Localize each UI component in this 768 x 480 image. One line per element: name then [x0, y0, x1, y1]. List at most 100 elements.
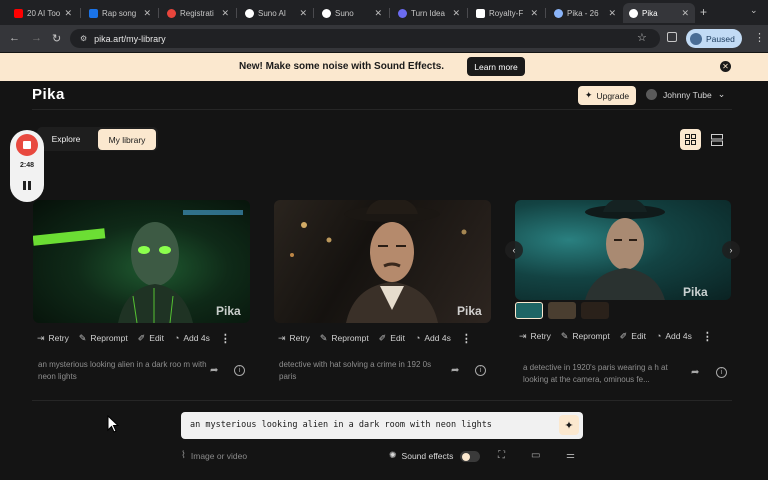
- reload-icon[interactable]: ↻: [52, 32, 61, 45]
- close-tab-icon[interactable]: ✕: [221, 8, 229, 19]
- add-4s-button[interactable]: ◔ Add 4s: [415, 333, 451, 343]
- pika-watermark: Pika: [683, 285, 708, 299]
- tab-explore[interactable]: Explore: [42, 130, 90, 148]
- add-time-icon: ◔: [414, 333, 421, 343]
- tab-title: Pika - 26: [567, 8, 599, 18]
- reprompt-icon: ✎: [78, 332, 87, 343]
- site-icon: [167, 8, 176, 18]
- reprompt-button[interactable]: ✎ Reprompt: [79, 333, 128, 344]
- site-icon: [89, 8, 98, 18]
- variant-thumbnail-selected[interactable]: [515, 302, 543, 319]
- close-tab-icon[interactable]: ✕: [143, 8, 151, 19]
- bookmark-star-icon[interactable]: ☆: [637, 31, 647, 44]
- profile-status: Paused: [706, 33, 735, 44]
- tab-separator: [545, 8, 546, 18]
- address-bar[interactable]: ⚙ pika.art/my-library: [70, 29, 660, 48]
- share-icon[interactable]: ➦: [451, 365, 459, 376]
- edit-button[interactable]: ✐ Edit: [138, 333, 164, 344]
- card-actions: ⇥ Retry ✎ Reprompt ✐ Edit ◔ Add 4s ⋮: [37, 327, 263, 349]
- browser-tab[interactable]: Rap song ✕: [83, 3, 157, 23]
- prompt-text[interactable]: an mysterious looking alien in a dark ro…: [190, 420, 492, 430]
- browser-tab-active[interactable]: Pika ✕: [623, 3, 695, 23]
- chevron-right-icon[interactable]: ›: [722, 241, 740, 259]
- more-options-icon[interactable]: ⋮: [702, 330, 713, 343]
- upgrade-button[interactable]: ✦ Upgrade: [578, 86, 636, 105]
- expand-icon[interactable]: ⛶: [498, 450, 505, 461]
- back-icon[interactable]: ←: [9, 32, 20, 44]
- avatar: [646, 89, 657, 100]
- close-tab-icon[interactable]: ✕: [452, 8, 460, 19]
- variant-thumbnail[interactable]: [548, 302, 576, 319]
- site-info-icon[interactable]: ⚙: [80, 34, 87, 43]
- info-icon[interactable]: i: [716, 367, 727, 378]
- info-icon[interactable]: i: [475, 365, 486, 376]
- tab-separator: [389, 8, 390, 18]
- attach-image-button[interactable]: ⌇ Image or video: [181, 450, 247, 461]
- card-prompt: detective with hat solving a crime in 19…: [279, 360, 432, 381]
- browser-tab[interactable]: Turn Idea ✕: [392, 3, 466, 23]
- tab-title: Royalty-F: [489, 8, 524, 18]
- reprompt-button[interactable]: ✎ Reprompt: [320, 333, 369, 344]
- browser-tab[interactable]: Pika - 26 ✕: [548, 3, 622, 23]
- list-icon: [710, 133, 723, 146]
- profile-button[interactable]: Paused: [686, 29, 742, 48]
- tab-title: Suno AI: [258, 8, 287, 18]
- browser-tab[interactable]: Royalty-F ✕: [470, 3, 544, 23]
- forward-icon[interactable]: →: [31, 32, 42, 44]
- pause-icon[interactable]: [23, 181, 31, 190]
- sound-effects-icon: ✺: [389, 450, 397, 460]
- edit-button[interactable]: ✐ Edit: [379, 333, 405, 344]
- close-tab-icon[interactable]: ✕: [299, 8, 307, 19]
- retry-button[interactable]: ⇥ Retry: [278, 333, 310, 344]
- stop-recording-button[interactable]: [16, 134, 38, 156]
- share-icon[interactable]: ➦: [210, 365, 218, 376]
- add-4s-button[interactable]: ◔ Add 4s: [656, 331, 692, 341]
- reprompt-label: Reprompt: [572, 331, 610, 341]
- edit-label: Edit: [631, 331, 646, 341]
- generate-button[interactable]: ✦: [559, 415, 579, 435]
- site-icon: [398, 8, 407, 18]
- grid-view-button[interactable]: [680, 129, 701, 150]
- browser-tab[interactable]: Suno ✕: [316, 3, 388, 23]
- url-text: pika.art/my-library: [94, 33, 166, 44]
- browser-tab[interactable]: 20 AI Too ✕: [8, 3, 78, 23]
- retry-button[interactable]: ⇥ Retry: [519, 331, 551, 342]
- more-options-icon[interactable]: ⋮: [220, 332, 231, 345]
- share-icon[interactable]: ➦: [691, 367, 699, 378]
- browser-tab[interactable]: Suno AI ✕: [239, 3, 313, 23]
- edit-button[interactable]: ✐ Edit: [620, 331, 646, 342]
- close-banner-icon[interactable]: ✕: [720, 61, 731, 72]
- tab-search-icon[interactable]: ⌄: [750, 5, 758, 16]
- camera-icon[interactable]: ▭: [531, 450, 540, 461]
- close-tab-icon[interactable]: ✕: [64, 8, 72, 19]
- pika-icon: [554, 8, 563, 18]
- user-menu[interactable]: Johnny Tube ⌄: [646, 89, 725, 100]
- new-tab-icon[interactable]: +: [700, 5, 707, 19]
- toggle-knob: [462, 452, 470, 461]
- close-tab-icon[interactable]: ✕: [530, 8, 538, 19]
- browser-menu-icon[interactable]: ⋮: [754, 31, 765, 44]
- tab-my-library[interactable]: My library: [98, 129, 156, 150]
- browser-tab[interactable]: Registrati ✕: [161, 3, 235, 23]
- sound-effects-toggle[interactable]: [460, 451, 480, 462]
- variant-thumbnail[interactable]: [581, 302, 609, 319]
- chevron-down-icon: ⌄: [717, 89, 726, 99]
- stop-icon: [23, 141, 31, 149]
- settings-sliders-icon[interactable]: ⚌: [566, 450, 575, 461]
- learn-more-button[interactable]: Learn more: [467, 57, 525, 76]
- list-view-button[interactable]: [709, 132, 724, 147]
- close-tab-icon[interactable]: ✕: [374, 8, 382, 19]
- reprompt-icon: ✎: [319, 332, 328, 343]
- add-time-icon: ◔: [655, 331, 662, 341]
- more-options-icon[interactable]: ⋮: [461, 332, 472, 345]
- add-4s-button[interactable]: ◔ Add 4s: [174, 333, 210, 343]
- chevron-left-icon[interactable]: ‹: [505, 241, 523, 259]
- info-icon[interactable]: i: [234, 365, 245, 376]
- pika-logo[interactable]: Pika: [32, 86, 65, 103]
- close-tab-icon[interactable]: ✕: [608, 8, 616, 19]
- retry-button[interactable]: ⇥ Retry: [37, 333, 69, 344]
- side-panel-icon[interactable]: [667, 32, 677, 42]
- reprompt-button[interactable]: ✎ Reprompt: [561, 331, 610, 342]
- banner-text: New! Make some noise with Sound Effects.: [239, 61, 445, 72]
- close-tab-icon[interactable]: ✕: [681, 8, 689, 19]
